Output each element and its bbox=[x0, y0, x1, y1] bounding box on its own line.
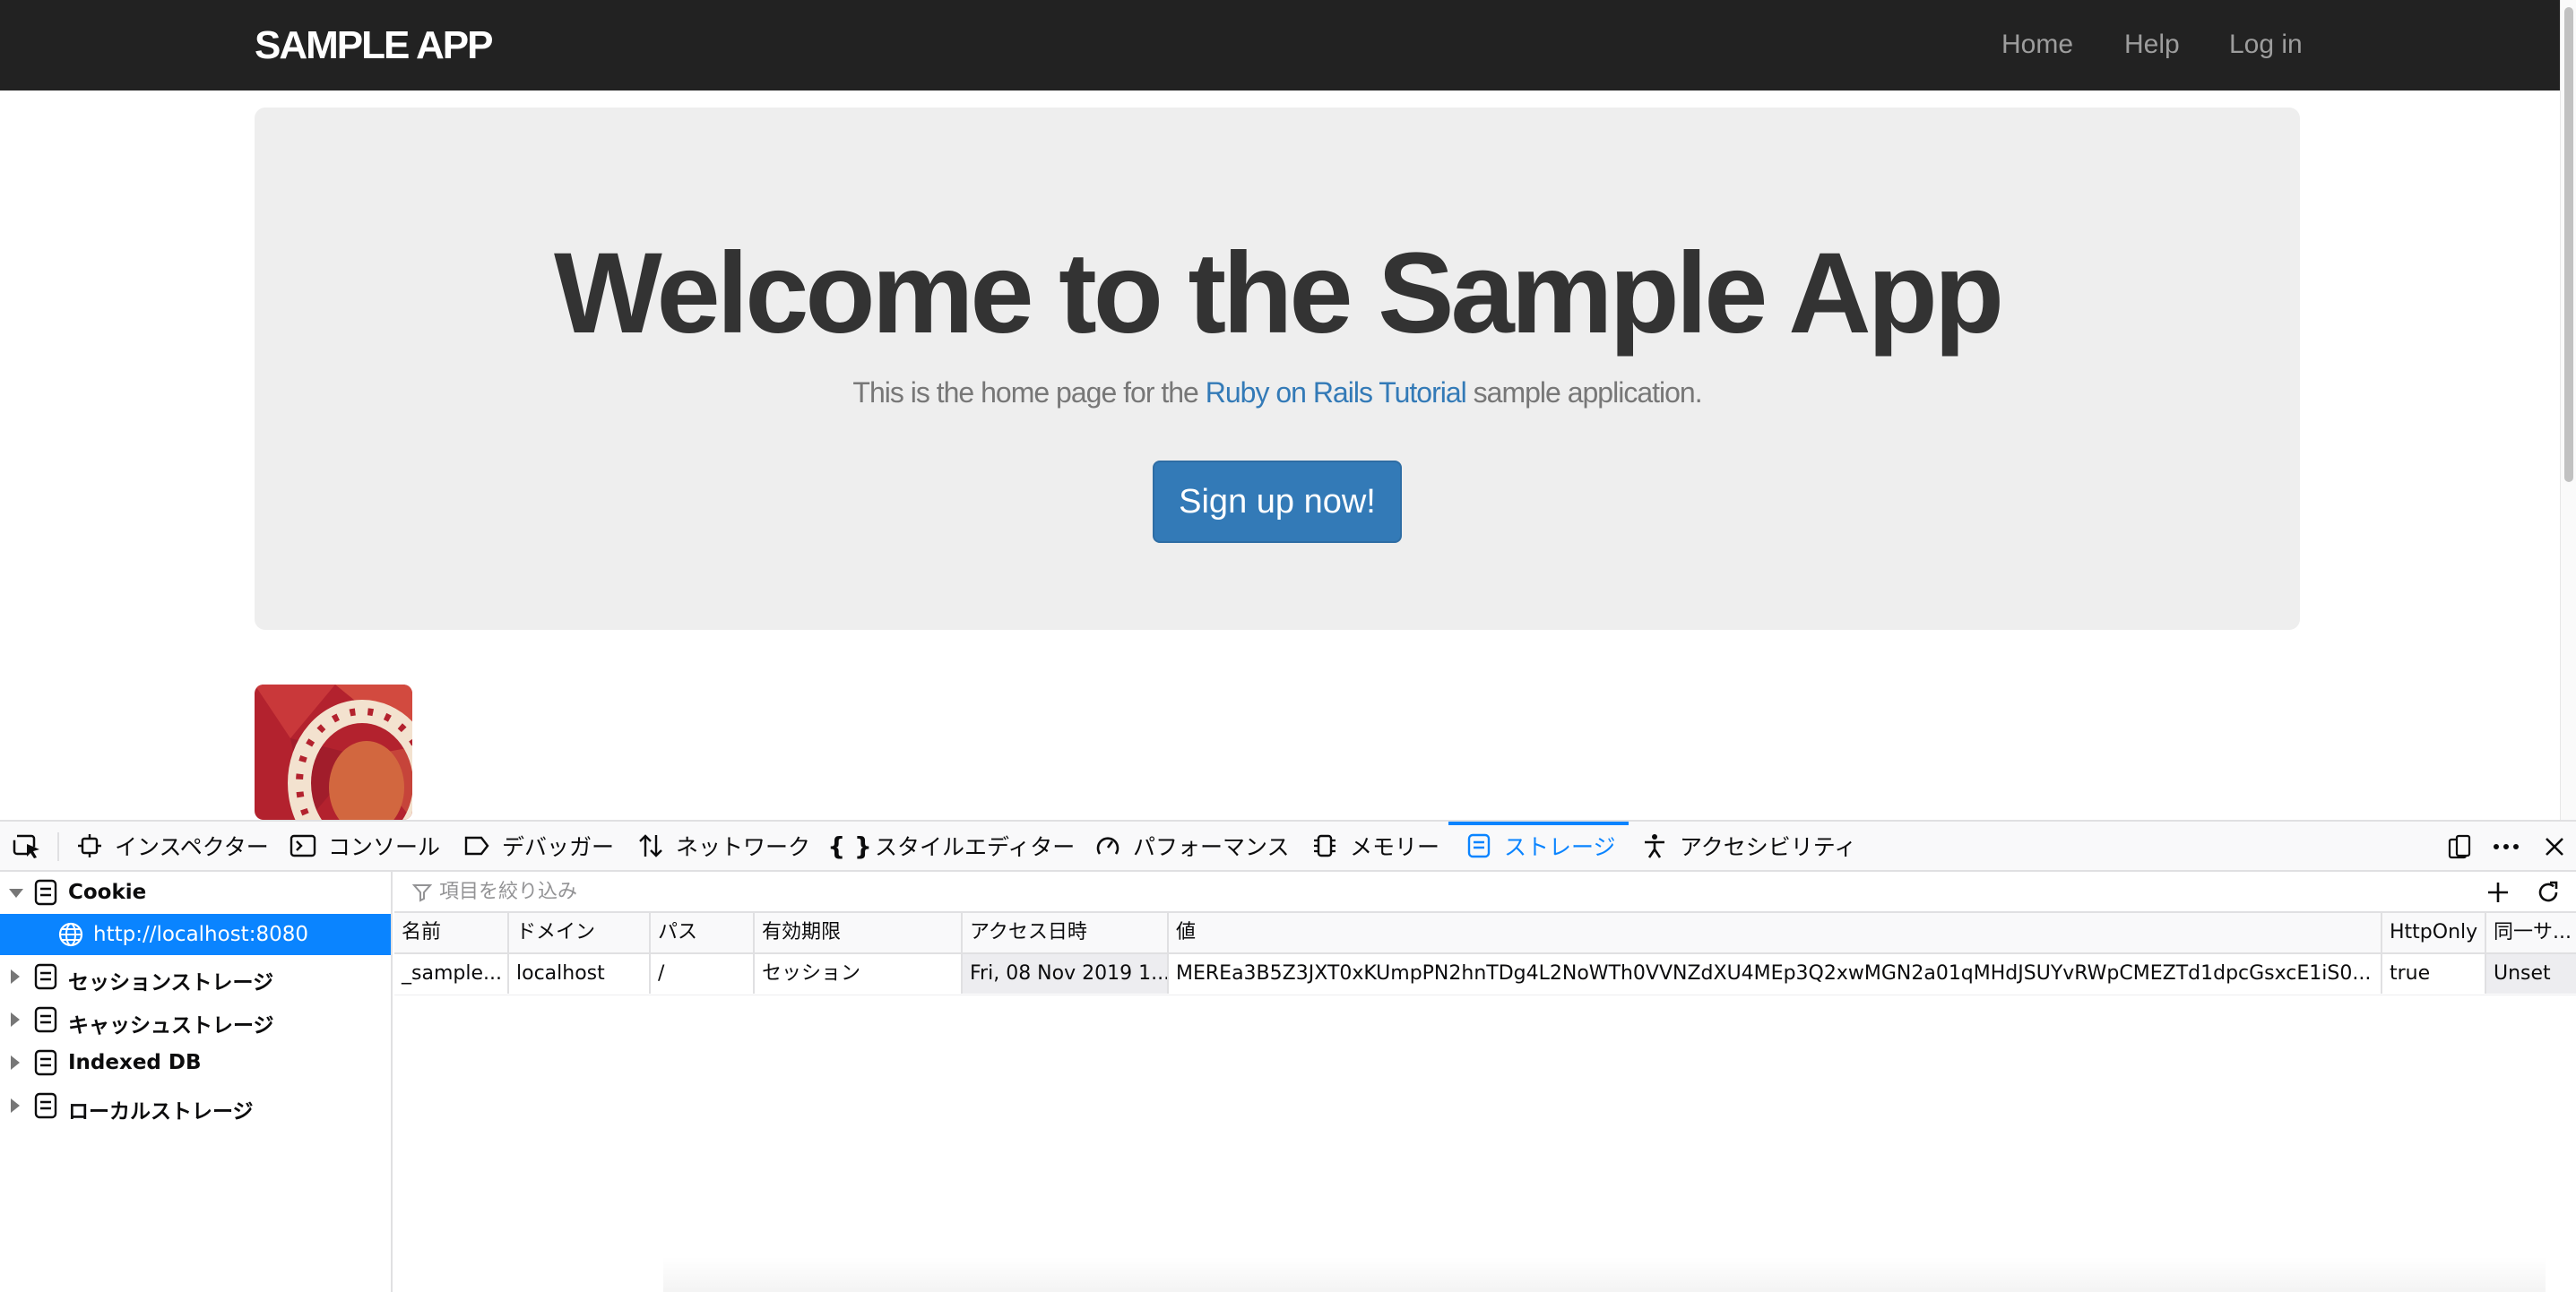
storage-db-icon bbox=[34, 1092, 57, 1119]
tab-debugger[interactable]: デバッガー bbox=[462, 822, 614, 870]
tab-label: インスペクター bbox=[115, 834, 269, 860]
toolbar-separator bbox=[57, 832, 59, 861]
column-header-name[interactable]: 名前 bbox=[394, 913, 509, 952]
cell-path: / bbox=[651, 954, 755, 994]
hero-text-before: This is the home page for the bbox=[852, 376, 1206, 409]
tree-item-localhost[interactable]: http://localhost:8080 bbox=[0, 914, 391, 955]
tab-style-editor[interactable]: { } スタイルエディター bbox=[827, 822, 1076, 870]
storage-db-icon bbox=[34, 1049, 57, 1076]
tab-storage[interactable]: ストレージ bbox=[1448, 822, 1628, 870]
tab-label: パフォーマンス bbox=[1133, 834, 1290, 860]
tree-label: http://localhost:8080 bbox=[93, 923, 308, 946]
close-icon[interactable] bbox=[2540, 832, 2569, 861]
nav-home-link[interactable]: Home bbox=[2001, 30, 2073, 60]
tab-memory[interactable]: メモリー bbox=[1310, 822, 1439, 870]
tab-label: ストレージ bbox=[1504, 834, 1616, 860]
tree-item-indexed-db[interactable]: Indexed DB bbox=[0, 1042, 391, 1083]
tab-label: コンソール bbox=[328, 834, 441, 860]
jumbotron: Welcome to the Sample App This is the ho… bbox=[255, 108, 2300, 630]
filter-bar bbox=[394, 872, 2576, 913]
tree-item-cookie[interactable]: Cookie bbox=[0, 872, 391, 913]
storage-table-panel: 名前 ドメイン パス 有効期限 アクセス日時 値 HttpOnly 同一サ...… bbox=[394, 872, 2576, 1292]
cell-expires: セッション bbox=[755, 954, 963, 994]
element-picker-icon[interactable] bbox=[13, 833, 43, 860]
column-header-httponly[interactable]: HttpOnly bbox=[2382, 913, 2486, 952]
nav-login-link[interactable]: Log in bbox=[2229, 30, 2303, 60]
expand-arrow-icon[interactable] bbox=[9, 889, 23, 898]
tab-console[interactable]: コンソール bbox=[289, 822, 440, 870]
tree-label: キャッシュストレージ bbox=[68, 1014, 274, 1038]
tab-label: アクセシビリティ bbox=[1680, 834, 1857, 860]
cell-domain: localhost bbox=[509, 954, 651, 994]
performance-icon bbox=[1094, 831, 1122, 860]
hero-title: Welcome to the Sample App bbox=[553, 229, 2004, 357]
tab-network[interactable]: ネットワーク bbox=[636, 822, 810, 870]
page-scrollbar[interactable] bbox=[2560, 0, 2576, 820]
tab-label: ネットワーク bbox=[676, 834, 811, 860]
debugger-icon bbox=[462, 831, 491, 860]
column-header-expires[interactable]: 有効期限 bbox=[755, 913, 963, 952]
storage-sidebar: Cookie http://localhost:8080 セッションストレージ … bbox=[0, 872, 393, 1292]
table-header: 名前 ドメイン パス 有効期限 アクセス日時 値 HttpOnly 同一サ... bbox=[394, 913, 2576, 954]
memory-icon bbox=[1310, 831, 1339, 860]
cell-samesite: Unset bbox=[2486, 954, 2576, 994]
column-header-domain[interactable]: ドメイン bbox=[509, 913, 651, 952]
tree-item-cache-storage[interactable]: キャッシュストレージ bbox=[0, 999, 391, 1040]
navbar: SAMPLE APP Home Help Log in bbox=[0, 0, 2560, 90]
rails-logo-image[interactable] bbox=[255, 685, 412, 820]
column-header-samesite[interactable]: 同一サ... bbox=[2486, 913, 2576, 952]
tree-item-local-storage[interactable]: ローカルストレージ bbox=[0, 1085, 391, 1126]
tab-label: スタイルエディター bbox=[875, 834, 1076, 860]
refresh-icon[interactable] bbox=[2533, 877, 2563, 908]
tab-label: デバッガー bbox=[502, 834, 615, 860]
nav-help-link[interactable]: Help bbox=[2124, 30, 2180, 60]
more-options-icon[interactable] bbox=[2492, 832, 2520, 861]
tree-label: Cookie bbox=[68, 881, 147, 904]
tab-label: メモリー bbox=[1350, 834, 1440, 860]
devtools-panel: インスペクター コンソール デバッガー ネットワーク { } スタイルエディター… bbox=[0, 820, 2576, 1292]
storage-icon bbox=[1465, 831, 1493, 860]
tree-label: Indexed DB bbox=[68, 1051, 202, 1074]
tree-label: ローカルストレージ bbox=[68, 1100, 254, 1124]
expand-arrow-icon[interactable] bbox=[11, 1012, 20, 1027]
signup-button[interactable]: Sign up now! bbox=[1153, 461, 1402, 543]
accessibility-icon bbox=[1640, 831, 1669, 860]
cell-httponly: true bbox=[2382, 954, 2486, 994]
cell-value: MEREa3B5Z3JXT0xKUmpPN2hnTDg4L2NoWTh0VVNZ… bbox=[1169, 954, 2382, 994]
storage-db-icon bbox=[34, 879, 57, 906]
storage-db-icon bbox=[34, 963, 57, 990]
storage-db-icon bbox=[34, 1006, 57, 1033]
tree-item-session-storage[interactable]: セッションストレージ bbox=[0, 956, 391, 997]
console-icon bbox=[289, 831, 317, 860]
globe-icon bbox=[58, 922, 83, 947]
tree-label: セッションストレージ bbox=[68, 971, 274, 995]
responsive-design-icon[interactable] bbox=[2445, 832, 2474, 861]
scrollbar-thumb[interactable] bbox=[2564, 7, 2573, 482]
column-header-last-accessed[interactable]: アクセス日時 bbox=[963, 913, 1169, 952]
brand-logo[interactable]: SAMPLE APP bbox=[255, 23, 493, 68]
web-page: SAMPLE APP Home Help Log in Welcome to t… bbox=[0, 0, 2560, 820]
table-row[interactable]: _sample... localhost / セッション Fri, 08 Nov… bbox=[394, 954, 2576, 995]
add-item-icon[interactable] bbox=[2483, 877, 2513, 908]
style-editor-icon: { } bbox=[827, 831, 872, 861]
filter-input[interactable] bbox=[414, 877, 2386, 906]
rails-tutorial-link[interactable]: Ruby on Rails Tutorial bbox=[1206, 376, 1467, 409]
expand-arrow-icon[interactable] bbox=[11, 969, 20, 984]
column-header-path[interactable]: パス bbox=[651, 913, 755, 952]
tab-performance[interactable]: パフォーマンス bbox=[1094, 822, 1290, 870]
network-icon bbox=[636, 831, 665, 860]
expand-arrow-icon[interactable] bbox=[11, 1055, 20, 1070]
devtools-toolbar: インスペクター コンソール デバッガー ネットワーク { } スタイルエディター… bbox=[0, 822, 2576, 872]
cell-last-accessed: Fri, 08 Nov 2019 1... bbox=[963, 954, 1169, 994]
inspector-icon bbox=[75, 831, 104, 860]
hero-subtitle: This is the home page for the Ruby on Ra… bbox=[255, 376, 2300, 409]
column-header-value[interactable]: 値 bbox=[1169, 913, 2382, 952]
cell-name: _sample... bbox=[394, 954, 509, 994]
tab-accessibility[interactable]: アクセシビリティ bbox=[1640, 822, 1856, 870]
expand-arrow-icon[interactable] bbox=[11, 1098, 20, 1113]
tab-inspector[interactable]: インスペクター bbox=[75, 822, 269, 870]
hero-text-after: sample application. bbox=[1465, 376, 1703, 409]
panel-shadow bbox=[663, 1257, 2546, 1292]
